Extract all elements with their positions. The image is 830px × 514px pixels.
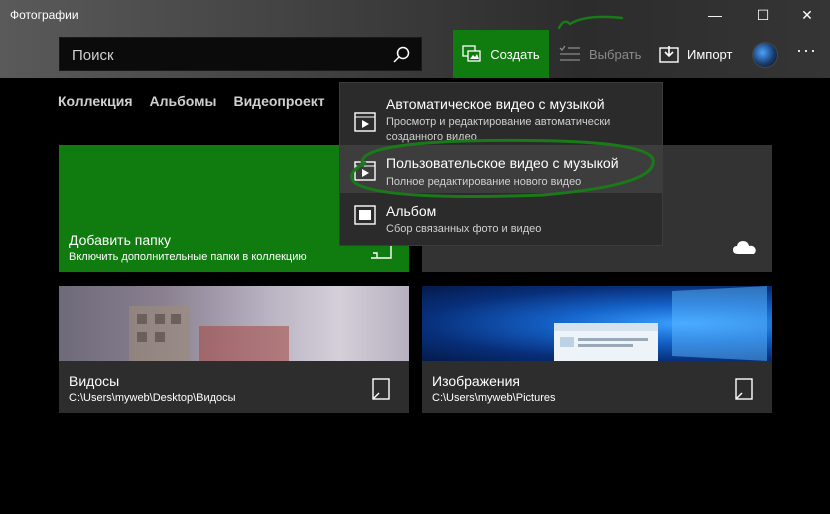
cloud-icon [733,241,756,254]
select-label: Выбрать [589,46,642,62]
menu-item-subtitle: Сбор связанных фото и видео [386,223,542,235]
album-icon [354,205,376,225]
import-button[interactable]: Импорт [659,30,732,78]
minimize-button[interactable]: — [700,4,730,26]
avatar[interactable] [752,42,778,68]
folder-icon [735,378,753,400]
videos-path: C:\Users\myweb\Desktop\Видосы [69,392,236,404]
images-thumbnail [422,286,772,361]
maximize-button[interactable]: ☐ [748,4,778,26]
import-label: Импорт [687,46,733,62]
tab-albums[interactable]: Альбомы [150,93,217,109]
create-button[interactable]: Создать [453,30,549,78]
folder-tile-videos[interactable]: Видосы C:\Users\myweb\Desktop\Видосы [59,286,409,413]
tab-collection[interactable]: Коллекция [58,93,133,109]
create-icon [462,45,481,62]
images-path: C:\Users\myweb\Pictures [432,392,556,404]
annotation-mark [557,15,624,30]
video-icon [354,112,376,132]
annotation-oval [350,138,655,198]
search-input[interactable] [60,38,394,72]
add-folder-title: Добавить папку [69,232,171,248]
add-folder-subtitle: Включить дополнительные папки в коллекци… [69,251,307,263]
folder-tile-images[interactable]: Изображения C:\Users\myweb\Pictures [422,286,772,413]
images-title: Изображения [432,373,520,389]
search-icon[interactable] [391,45,411,65]
menu-item-title: Альбом [386,203,437,219]
search-box [59,37,422,72]
import-icon [659,46,679,63]
nav-tabs: Коллекция Альбомы Видеопроект [58,93,342,109]
close-button[interactable]: ✕ [792,4,822,26]
videos-thumbnail [59,286,409,361]
menu-item-title: Автоматическое видео с музыкой [386,96,605,112]
tab-video-project[interactable]: Видеопроект [233,93,324,109]
menu-item-auto-video[interactable]: Автоматическое видео с музыкой Просмотр … [340,83,662,143]
create-label: Создать [490,46,540,62]
checklist-icon [559,45,580,61]
select-button[interactable]: Выбрать [559,30,641,78]
more-options-button[interactable]: ··· [796,40,817,61]
app-title: Фотографии [10,8,79,22]
folder-icon [372,378,390,400]
videos-title: Видосы [69,373,120,389]
